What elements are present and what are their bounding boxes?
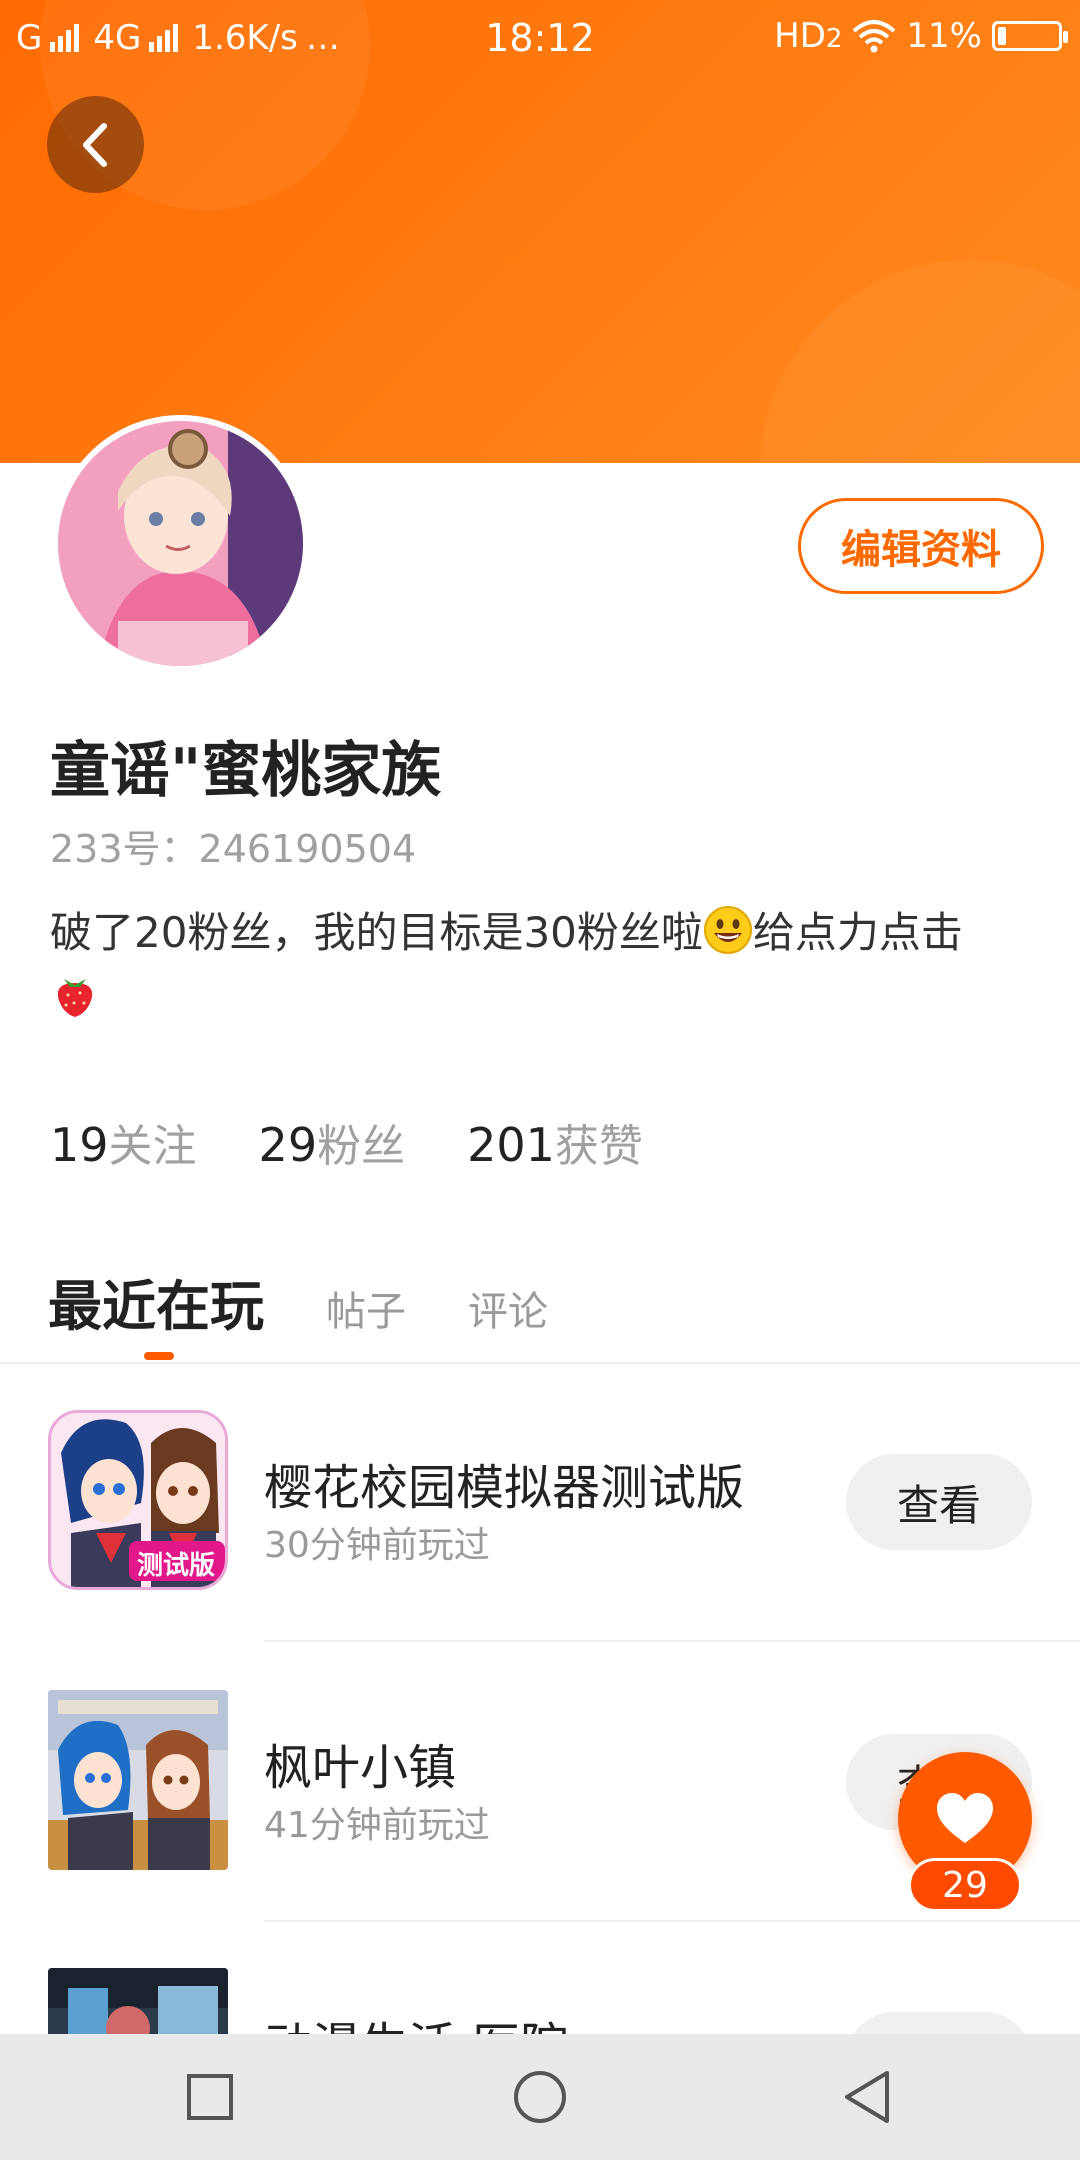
game-title: 枫叶小镇	[264, 1740, 457, 1796]
game-icon: 测试版	[48, 1410, 228, 1590]
user-id: 233号：246190504	[50, 818, 416, 873]
active-tab-indicator	[144, 1352, 174, 1360]
username: 童谣"蜜桃家族	[50, 736, 442, 806]
following-stat[interactable]: 19关注	[50, 1110, 197, 1174]
view-game-button[interactable]: 查看	[846, 1454, 1032, 1550]
battery-icon	[992, 21, 1068, 51]
circle-icon	[514, 2071, 566, 2123]
strawberry-emoji-icon	[57, 979, 93, 1017]
likes-stat[interactable]: 201获赞	[467, 1110, 643, 1174]
game-list-item[interactable]: 测试版 樱花校园模拟器测试版 30分钟前玩过 查看	[0, 1410, 1080, 1686]
heart-icon	[937, 1793, 993, 1843]
home-button[interactable]	[505, 2062, 575, 2132]
like-count-badge: 29	[908, 1858, 1022, 1912]
user-id-label: 233号：	[50, 827, 199, 871]
avatar[interactable]	[52, 415, 309, 672]
status-bar: G 4G 1.6K/s … 18:12 HD2 11%	[0, 0, 1080, 76]
user-id-value: 246190504	[198, 827, 417, 871]
followers-stat[interactable]: 29粉丝	[259, 1110, 406, 1174]
profile-stats: 19关注 29粉丝 201获赞	[50, 1110, 643, 1174]
system-navigation-bar	[0, 2034, 1080, 2160]
back-nav-button[interactable]	[832, 2062, 902, 2132]
chevron-left-icon	[82, 122, 107, 167]
row-divider	[264, 1920, 1080, 1922]
game-icon	[48, 1690, 228, 1870]
game-played-time: 41分钟前玩过	[264, 1805, 490, 1846]
tab-posts[interactable]: 帖子	[326, 1279, 406, 1337]
hd-label: HD2	[774, 16, 843, 56]
game-title: 樱花校园模拟器测试版	[264, 1460, 745, 1516]
profile-tabs: 最近在玩 帖子 评论	[48, 1262, 548, 1341]
edit-profile-button[interactable]: 编辑资料	[798, 498, 1044, 594]
row-divider	[264, 1640, 1080, 1642]
tab-recently-played[interactable]: 最近在玩	[48, 1262, 264, 1341]
smile-emoji-icon	[703, 906, 752, 954]
tab-comments[interactable]: 评论	[468, 1279, 548, 1337]
square-icon	[187, 2074, 233, 2120]
bio-text-1: 破了20粉丝，我的目标是30粉丝啦	[50, 908, 703, 957]
wifi-icon	[853, 20, 896, 53]
recent-apps-button[interactable]	[175, 2062, 245, 2132]
game-played-time: 30分钟前玩过	[264, 1525, 490, 1566]
user-bio: 破了20粉丝，我的目标是30粉丝啦 给点力点击	[50, 902, 1040, 1026]
avatar-image	[58, 421, 303, 666]
tabs-divider	[0, 1362, 1080, 1364]
test-version-badge: 测试版	[137, 1551, 216, 1581]
triangle-back-icon	[845, 2071, 889, 2123]
bio-text-2: 给点力点击	[752, 908, 963, 957]
back-button[interactable]	[47, 96, 144, 193]
battery-percent: 11%	[906, 16, 982, 56]
